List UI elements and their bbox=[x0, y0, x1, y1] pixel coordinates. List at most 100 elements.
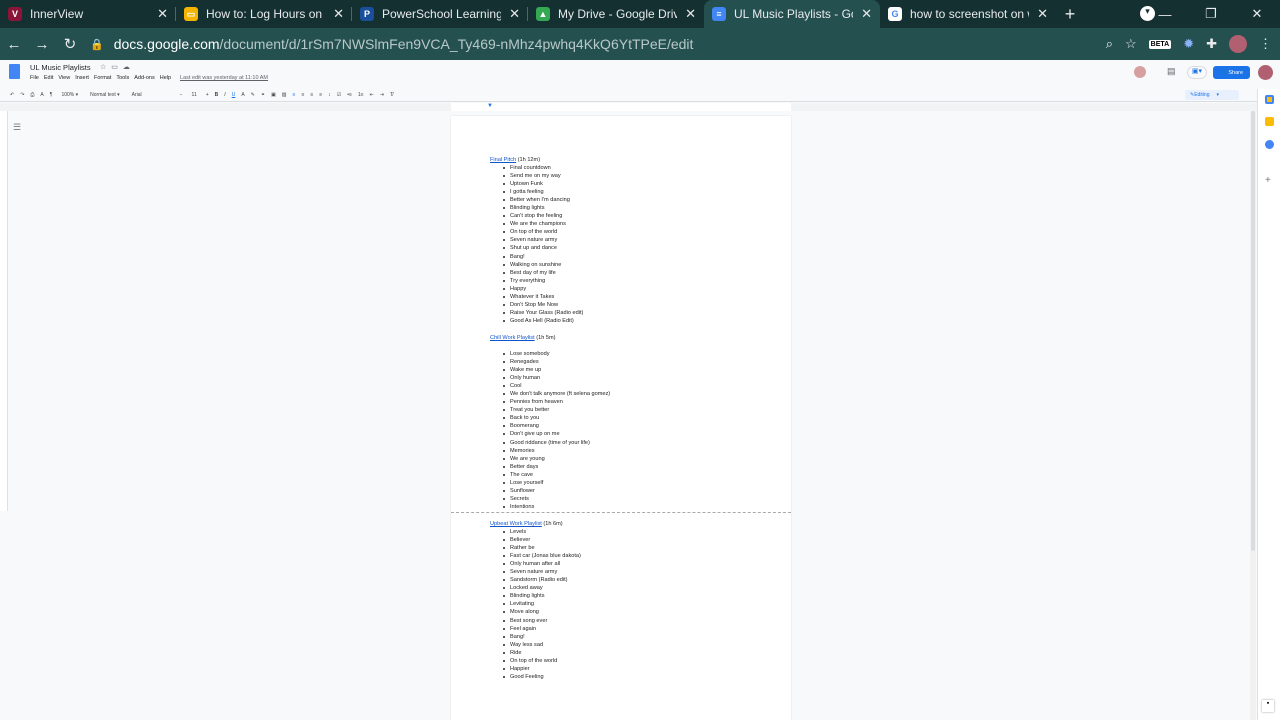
zoom-select[interactable]: 100% ▾ bbox=[58, 92, 81, 98]
list-item[interactable]: Feel again bbox=[503, 625, 581, 633]
scrollbar[interactable] bbox=[1250, 111, 1256, 720]
menu-add-ons[interactable]: Add-ons bbox=[134, 75, 155, 81]
list-item[interactable]: Happier bbox=[503, 665, 581, 673]
list-item[interactable]: Renegades bbox=[503, 358, 610, 366]
highlight-icon[interactable]: ✎ bbox=[251, 92, 255, 98]
list-item[interactable]: Memories bbox=[503, 447, 610, 455]
list-item[interactable]: Happy bbox=[503, 285, 583, 293]
list-item[interactable]: Lose somebody bbox=[503, 350, 610, 358]
tab-close-icon[interactable]: ✕ bbox=[685, 6, 696, 22]
browser-tab[interactable]: V InnerView ✕ bbox=[0, 0, 176, 28]
font-size-decrease[interactable]: − bbox=[180, 92, 183, 98]
profile-avatar[interactable] bbox=[1229, 35, 1247, 53]
minimize-icon[interactable]: — bbox=[1142, 7, 1188, 22]
list-item[interactable]: Secrets bbox=[503, 495, 610, 503]
bold-icon[interactable]: B bbox=[215, 92, 219, 98]
browser-tab[interactable]: Ghow to screenshot on windo ✕ bbox=[880, 0, 1056, 28]
list-item[interactable]: Don't give up on me bbox=[503, 430, 610, 438]
move-folder-icon[interactable]: ▭ bbox=[111, 63, 118, 71]
list-item[interactable]: Seven nature army bbox=[503, 236, 583, 244]
horizontal-ruler[interactable]: ▼ bbox=[0, 103, 1257, 111]
list-item[interactable]: Good riddance (time of your life) bbox=[503, 439, 610, 447]
list-item[interactable]: Levels bbox=[503, 528, 581, 536]
list-item[interactable]: Best song ever bbox=[503, 617, 581, 625]
numbered-list-icon[interactable]: 1≡ bbox=[358, 92, 364, 98]
document-outline-icon[interactable]: ☰ bbox=[13, 122, 21, 133]
beta-badge[interactable]: BETA bbox=[1148, 39, 1172, 49]
list-item[interactable]: Good Feeling bbox=[503, 673, 581, 681]
menu-edit[interactable]: Edit bbox=[44, 75, 53, 81]
text-color-icon[interactable]: A bbox=[241, 92, 244, 98]
new-tab-button[interactable]: + bbox=[1056, 4, 1084, 25]
redo-icon[interactable]: ↷ bbox=[20, 92, 24, 98]
bulleted-list-icon[interactable]: •≡ bbox=[347, 92, 352, 98]
playlist-link[interactable]: Chill Work Playlist bbox=[490, 335, 535, 341]
list-item[interactable]: On top of the world bbox=[503, 657, 581, 665]
indent-marker-icon[interactable]: ▼ bbox=[487, 103, 493, 109]
menu-view[interactable]: View bbox=[58, 75, 70, 81]
list-item[interactable]: Can't stop the feeling bbox=[503, 212, 583, 220]
list-item[interactable]: Try everything bbox=[503, 277, 583, 285]
last-edit-link[interactable]: Last edit was yesterday at 11:10 AM bbox=[180, 75, 268, 81]
link-icon[interactable]: ⚭ bbox=[261, 92, 265, 98]
maximize-icon[interactable]: ❐ bbox=[1188, 6, 1234, 22]
list-item[interactable]: Send me on my way bbox=[503, 172, 583, 180]
list-item[interactable]: Back to you bbox=[503, 414, 610, 422]
list-item[interactable]: Better when I'm dancing bbox=[503, 196, 583, 204]
list-item[interactable]: Blinding lights bbox=[503, 592, 581, 600]
list-item[interactable]: Intentions bbox=[503, 503, 610, 511]
image-icon[interactable]: ▨ bbox=[282, 92, 287, 98]
add-on-plus-icon[interactable]: + bbox=[1265, 175, 1271, 186]
back-icon[interactable]: ← bbox=[0, 36, 28, 53]
browser-tab[interactable]: P PowerSchool Learning : Silv ✕ bbox=[352, 0, 528, 28]
align-center-icon[interactable]: ≡ bbox=[301, 92, 304, 98]
tab-close-icon[interactable]: ✕ bbox=[861, 6, 872, 22]
playlist-link[interactable]: Final Pitch bbox=[490, 157, 516, 163]
list-item[interactable]: Uptown Funk bbox=[503, 180, 583, 188]
share-button[interactable]: 👤 Share bbox=[1213, 66, 1250, 79]
browser-tab[interactable]: ▲ My Drive - Google Drive ✕ bbox=[528, 0, 704, 28]
menu-icon[interactable]: ⋮ bbox=[1259, 36, 1272, 52]
list-item[interactable]: Only human bbox=[503, 374, 610, 382]
tab-close-icon[interactable]: ✕ bbox=[1037, 6, 1048, 22]
list-item[interactable]: Seven nature army bbox=[503, 568, 581, 576]
font-size-increase[interactable]: + bbox=[206, 92, 209, 98]
editing-mode-select[interactable]: ✎ Editing ▾ bbox=[1185, 90, 1239, 100]
address-bar[interactable]: 🔒 docs.google.com/document/d/1rSm7NWSlmF… bbox=[90, 31, 1080, 57]
undo-icon[interactable]: ↶ bbox=[10, 92, 14, 98]
list-item[interactable]: Bang! bbox=[503, 633, 581, 641]
cloud-status-icon[interactable]: ☁ bbox=[123, 63, 130, 71]
tab-close-icon[interactable]: ✕ bbox=[157, 6, 168, 22]
extension-gear-icon[interactable]: ✹ bbox=[1183, 36, 1194, 52]
list-item[interactable]: Cool bbox=[503, 382, 610, 390]
align-right-icon[interactable]: ≡ bbox=[310, 92, 313, 98]
list-item[interactable]: Sunflower bbox=[503, 487, 610, 495]
list-item[interactable]: Ride bbox=[503, 649, 581, 657]
list-item[interactable]: Don't Stop Me Now bbox=[503, 301, 583, 309]
playlist-link[interactable]: Upbeat Work Playlist bbox=[490, 521, 542, 527]
meet-button[interactable]: ▣▾ bbox=[1187, 66, 1207, 79]
underline-icon[interactable]: U bbox=[232, 92, 236, 98]
list-item[interactable]: We are young bbox=[503, 455, 610, 463]
list-item[interactable]: Believer bbox=[503, 536, 581, 544]
list-item[interactable]: Walking on sunshine bbox=[503, 261, 583, 269]
menu-insert[interactable]: Insert bbox=[75, 75, 89, 81]
collaborator-avatar[interactable] bbox=[1134, 66, 1146, 78]
menu-format[interactable]: Format bbox=[94, 75, 111, 81]
list-item[interactable]: Pennies from heaven bbox=[503, 398, 610, 406]
paint-format-icon[interactable]: ¶ bbox=[50, 92, 53, 98]
checklist-icon[interactable]: ☑ bbox=[337, 92, 341, 98]
list-item[interactable]: Good As Hell (Radio Edit) bbox=[503, 317, 583, 325]
calendar-icon[interactable] bbox=[1265, 95, 1274, 104]
extensions-puzzle-icon[interactable]: ✚ bbox=[1206, 36, 1217, 52]
list-item[interactable]: Boomerang bbox=[503, 422, 610, 430]
list-item[interactable]: Sandstorm (Radio edit) bbox=[503, 576, 581, 584]
line-spacing-icon[interactable]: ↕ bbox=[328, 92, 331, 98]
font-select[interactable]: Arial bbox=[129, 92, 174, 98]
list-item[interactable]: We are the champions bbox=[503, 220, 583, 228]
decrease-indent-icon[interactable]: ⇤ bbox=[370, 92, 374, 98]
reload-icon[interactable]: ↻ bbox=[56, 35, 84, 53]
list-item[interactable]: Lose yourself bbox=[503, 479, 610, 487]
forward-icon[interactable]: → bbox=[28, 36, 56, 53]
vertical-ruler[interactable] bbox=[0, 111, 8, 511]
